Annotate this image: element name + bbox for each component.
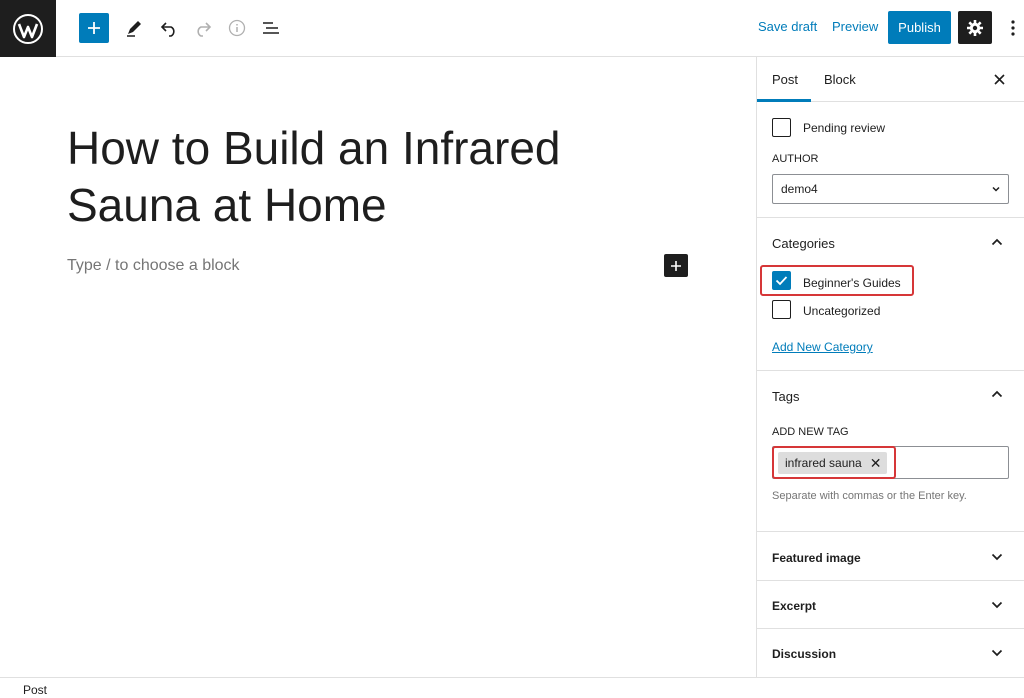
author-label: AUTHOR xyxy=(772,153,819,165)
tools-pen-button[interactable] xyxy=(118,12,150,44)
redo-icon xyxy=(197,22,212,37)
tags-panel-title[interactable]: Tags xyxy=(772,389,799,404)
options-menu-button[interactable] xyxy=(1004,12,1022,44)
undo-icon xyxy=(160,22,175,37)
chevron-down-icon[interactable] xyxy=(989,597,1005,613)
category-label: Beginner's Guides xyxy=(803,276,901,290)
categories-panel-title[interactable]: Categories xyxy=(772,236,835,251)
pencil-icon xyxy=(127,21,141,37)
plus-icon xyxy=(671,260,681,271)
more-vertical-icon xyxy=(1011,20,1015,36)
preview-button[interactable]: Preview xyxy=(832,19,878,34)
category-checkbox-beginners-guides[interactable] xyxy=(772,271,791,290)
save-draft-button[interactable]: Save draft xyxy=(758,19,817,34)
add-block-button[interactable] xyxy=(79,13,109,43)
category-label: Uncategorized xyxy=(803,304,881,318)
list-view-button[interactable] xyxy=(255,12,287,44)
list-view-icon xyxy=(263,22,279,34)
category-checkbox-uncategorized[interactable] xyxy=(772,300,791,319)
details-button[interactable] xyxy=(221,12,253,44)
tab-post[interactable]: Post xyxy=(772,72,798,87)
info-icon xyxy=(228,19,246,37)
settings-button[interactable] xyxy=(958,11,992,44)
divider xyxy=(757,370,1024,371)
editor-toolbar: Save draft Preview Publish xyxy=(0,0,1024,57)
tag-highlight-box xyxy=(772,446,896,479)
divider xyxy=(757,580,1024,581)
chevron-up-icon[interactable] xyxy=(989,386,1005,402)
author-value: demo4 xyxy=(781,182,818,196)
tab-block[interactable]: Block xyxy=(824,72,856,87)
add-new-category-link[interactable]: Add New Category xyxy=(772,340,873,354)
checkmark-icon xyxy=(775,276,788,286)
breadcrumb-post[interactable]: Post xyxy=(23,683,47,697)
post-title[interactable]: How to Build an Infrared Sauna at Home xyxy=(67,120,667,234)
active-tab-indicator xyxy=(757,99,811,102)
tag-help-text: Separate with commas or the Enter key. xyxy=(772,490,967,502)
pending-review-label: Pending review xyxy=(803,121,886,135)
add-new-tag-label: ADD NEW TAG xyxy=(772,426,849,438)
settings-sidebar: Post Block Pending review AUTHOR demo4 C… xyxy=(756,57,1024,677)
close-sidebar-button[interactable] xyxy=(989,69,1009,89)
inline-add-block-button[interactable] xyxy=(664,254,688,277)
undo-button[interactable] xyxy=(153,12,185,44)
featured-image-panel-title[interactable]: Featured image xyxy=(772,551,861,565)
plus-icon xyxy=(88,22,100,34)
divider xyxy=(757,217,1024,218)
wordpress-logo-icon[interactable] xyxy=(0,0,56,57)
pending-review-checkbox[interactable] xyxy=(772,118,791,137)
divider xyxy=(757,628,1024,629)
author-select[interactable]: demo4 xyxy=(772,174,1009,204)
chevron-down-icon[interactable] xyxy=(989,549,1005,565)
divider xyxy=(757,531,1024,532)
close-icon xyxy=(993,73,1005,85)
block-placeholder[interactable]: Type / to choose a block xyxy=(67,257,240,275)
block-breadcrumb-bar: Post xyxy=(0,677,1024,698)
chevron-down-icon xyxy=(992,186,1000,192)
sidebar-tabs: Post Block xyxy=(757,57,1024,102)
publish-button[interactable]: Publish xyxy=(888,11,951,44)
chevron-up-icon[interactable] xyxy=(989,234,1005,250)
chevron-down-icon[interactable] xyxy=(989,645,1005,661)
gear-icon xyxy=(967,19,983,36)
excerpt-panel-title[interactable]: Excerpt xyxy=(772,599,816,613)
discussion-panel-title[interactable]: Discussion xyxy=(772,647,836,661)
redo-button[interactable] xyxy=(187,12,219,44)
